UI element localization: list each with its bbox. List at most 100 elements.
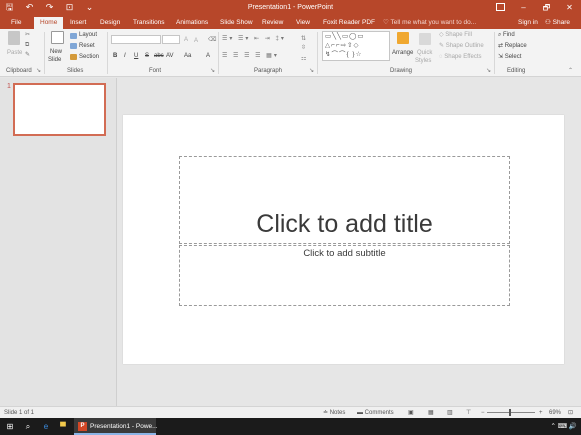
windows-start-icon[interactable]: ⊞ [3, 418, 17, 435]
character-spacing-button[interactable]: AV [166, 52, 174, 60]
format-painter-icon[interactable]: ✎ [25, 51, 30, 59]
zoom-slider[interactable] [487, 412, 535, 413]
font-name-field[interactable] [111, 35, 161, 44]
quick-styles-button-2[interactable]: Styles [415, 57, 431, 65]
paste-icon[interactable] [8, 31, 20, 45]
layout-icon [70, 33, 77, 39]
fit-to-window-icon[interactable]: ⊡ [568, 408, 573, 418]
zoom-out-icon[interactable]: − [481, 408, 485, 418]
arrange-button[interactable]: Arrange [392, 49, 413, 57]
tab-animations[interactable]: Animations [176, 17, 208, 29]
thumbnail-number: 1 [7, 83, 11, 90]
maximize-button[interactable]: 🗗 [535, 0, 558, 15]
slide-sorter-icon[interactable]: ▦ [428, 408, 434, 418]
tab-insert[interactable]: Insert [70, 17, 86, 29]
font-color-button[interactable]: A [206, 52, 210, 60]
layout-button[interactable]: Layout [79, 31, 97, 39]
bold-button[interactable]: B [113, 52, 117, 60]
notes-button[interactable]: ≐ Notes [323, 408, 345, 418]
arrange-icon[interactable] [397, 32, 409, 44]
group-divider [107, 32, 108, 74]
group-divider [494, 32, 495, 74]
share-button[interactable]: ⚇ Share [545, 17, 570, 29]
tray-chevron-icon[interactable]: ⌃ [550, 423, 557, 430]
align-text-icon[interactable]: ⇳ [301, 44, 306, 52]
tab-foxit-reader-pdf[interactable]: Foxit Reader PDF [323, 17, 375, 29]
paste-button-label[interactable]: Paste [7, 49, 22, 57]
clear-formatting-icon[interactable]: ⌫ [208, 36, 216, 44]
group-label-slides: Slides [67, 68, 84, 74]
close-button[interactable]: ✕ [558, 0, 581, 15]
copy-icon[interactable]: ⧉ [25, 41, 29, 49]
comments-button[interactable]: ▬ Comments [357, 408, 394, 418]
paragraph-launcher-icon[interactable]: ↘ [309, 67, 314, 75]
edge-browser-icon[interactable]: e [39, 418, 53, 435]
underline-button[interactable]: U [134, 52, 138, 60]
taskbar-app-label: Presentation1 - Powe... [90, 423, 158, 430]
italic-button[interactable]: I [124, 52, 126, 60]
select-button[interactable]: ⇲ Select [498, 53, 521, 61]
shrink-font-icon[interactable]: A [194, 37, 198, 45]
find-button[interactable]: ⌕ Find [498, 31, 515, 39]
shape-effects-button[interactable]: ◌ Shape Effects [439, 53, 481, 61]
title-placeholder[interactable]: Click to add title [179, 156, 510, 244]
change-case-button[interactable]: Aa [184, 52, 191, 60]
quick-styles-button[interactable]: Quick [417, 49, 432, 57]
network-icon[interactable]: ⌨ [558, 423, 569, 430]
tab-file[interactable]: File [11, 17, 21, 29]
subtitle-placeholder[interactable]: Click to add subtitle [179, 245, 510, 306]
shape-fill-button[interactable]: ◇ Shape Fill [439, 31, 472, 39]
grow-font-icon[interactable]: A [184, 36, 188, 44]
tab-home[interactable]: Home [34, 17, 64, 29]
strikethrough-button[interactable]: abc [154, 52, 164, 60]
slide-show-icon[interactable]: ⊤ [466, 408, 471, 418]
zoom-slider-thumb[interactable] [509, 409, 511, 416]
tab-review[interactable]: Review [262, 17, 283, 29]
status-bar: Slide 1 of 1 ≐ Notes ▬ Comments ▣ ▦ ▥ ⊤ … [0, 406, 581, 418]
person-icon: ⚇ [545, 19, 553, 26]
tab-transitions[interactable]: Transitions [133, 17, 165, 29]
clipboard-launcher-icon[interactable]: ↘ [36, 67, 41, 75]
tab-view[interactable]: View [296, 17, 310, 29]
new-slide-label[interactable]: New [50, 48, 62, 56]
tab-design[interactable]: Design [100, 17, 120, 29]
new-slide-icon[interactable] [51, 31, 64, 44]
slide-thumbnail[interactable] [13, 83, 106, 136]
text-direction-icon[interactable]: ⇅ [301, 35, 306, 43]
font-size-field[interactable] [162, 35, 180, 44]
tell-me-box[interactable]: ♡ Tell me what you want to do... [383, 17, 476, 29]
search-icon[interactable]: ⌕ [21, 418, 35, 435]
bullets-icon[interactable]: ☰▾ ☰▾ ⇤ ⇥ ‡▾ [222, 35, 286, 43]
shadow-button[interactable]: S [145, 52, 149, 60]
font-launcher-icon[interactable]: ↘ [210, 67, 215, 75]
group-divider [218, 32, 219, 74]
reading-view-icon[interactable]: ▥ [447, 408, 453, 418]
drawing-launcher-icon[interactable]: ↘ [486, 67, 491, 75]
lightbulb-icon: ♡ [383, 19, 391, 26]
sign-in-link[interactable]: Sign in [518, 17, 538, 29]
new-slide-label-2[interactable]: Slide [48, 56, 61, 64]
smartart-icon[interactable]: ⚏ [301, 55, 306, 63]
zoom-in-icon[interactable]: + [539, 408, 543, 418]
notes-icon: ≐ [323, 410, 330, 416]
ribbon-display-options-icon[interactable] [496, 3, 505, 11]
align-icons[interactable]: ☰ ☰ ☰ ☰ ▦▾ [222, 52, 279, 60]
taskbar-powerpoint-app[interactable]: P Presentation1 - Powe... [74, 418, 158, 435]
zoom-level[interactable]: 69% [549, 408, 561, 418]
cut-icon[interactable]: ✂ [25, 31, 30, 39]
group-divider [317, 32, 318, 74]
tab-slide-show[interactable]: Slide Show [220, 17, 253, 29]
shape-outline-button[interactable]: ✎ Shape Outline [439, 42, 484, 50]
normal-view-icon[interactable]: ▣ [408, 408, 414, 418]
system-tray[interactable]: ⌃ ⌨ 🔊 [550, 418, 577, 435]
section-button[interactable]: Section [79, 53, 99, 61]
subtitle-placeholder-text: Click to add subtitle [303, 248, 386, 259]
minimize-button[interactable]: – [512, 0, 535, 15]
replace-button[interactable]: ⇄ Replace [498, 42, 527, 50]
file-explorer-icon[interactable]: ▀ [56, 418, 70, 435]
quick-styles-icon[interactable] [419, 33, 431, 45]
reset-button[interactable]: Reset [79, 42, 95, 50]
collapse-ribbon-icon[interactable]: ⌃ [568, 67, 573, 75]
shapes-gallery[interactable]: ▭╲╲▭◯▭ △⌐⌐⇨⇧◇ ↯⌒⌒{ }☆ [322, 31, 390, 61]
volume-icon[interactable]: 🔊 [569, 423, 577, 430]
